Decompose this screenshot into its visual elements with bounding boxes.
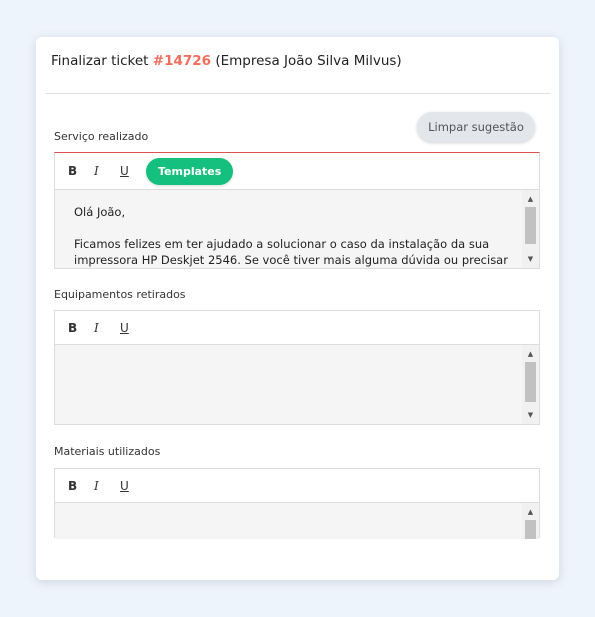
scroll-thumb[interactable] — [525, 362, 536, 402]
scroll-down-icon[interactable]: ▼ — [522, 252, 539, 266]
bold-button[interactable]: B — [68, 318, 94, 338]
clear-suggestion-button[interactable]: Limpar sugestão — [417, 112, 535, 142]
scroll-thumb[interactable] — [525, 207, 536, 244]
underline-button[interactable]: U — [120, 318, 146, 338]
company-name: (Empresa João Silva Milvus) — [215, 53, 402, 69]
equipment-scrollbar[interactable]: ▲ ▼ — [522, 345, 539, 424]
service-greeting: Olá João, — [74, 205, 126, 219]
finalize-ticket-card: Finalizar ticket #14726 (Empresa João Si… — [36, 37, 559, 580]
scroll-thumb[interactable] — [525, 520, 536, 539]
underline-button[interactable]: U — [120, 476, 146, 496]
service-text-area[interactable]: Olá João, Ficamos felizes em ter ajudado… — [55, 190, 539, 268]
italic-button[interactable]: I — [94, 161, 120, 181]
materials-label: Materiais utilizados — [54, 445, 161, 458]
scroll-down-icon[interactable]: ▼ — [522, 408, 539, 422]
service-text: Olá João, Ficamos felizes em ter ajudado… — [74, 204, 513, 268]
equipment-label: Equipamentos retirados — [54, 288, 186, 301]
italic-button[interactable]: I — [94, 318, 120, 338]
templates-button[interactable]: Templates — [146, 157, 234, 185]
equipment-editor: B I U ▲ ▼ — [54, 310, 540, 425]
materials-scrollbar[interactable]: ▲ — [522, 503, 539, 539]
scroll-up-icon[interactable]: ▲ — [522, 505, 539, 519]
underline-button[interactable]: U — [120, 161, 146, 181]
header-divider — [45, 93, 550, 94]
page-title: Finalizar ticket #14726 (Empresa João Si… — [51, 53, 402, 69]
service-scrollbar[interactable]: ▲ ▼ — [522, 190, 539, 268]
service-body: Ficamos felizes em ter ajudado a solucio… — [74, 237, 508, 267]
equipment-toolbar: B I U — [55, 311, 539, 345]
service-label: Serviço realizado — [54, 130, 149, 143]
service-toolbar: B I U Templates — [55, 153, 539, 190]
scroll-up-icon[interactable]: ▲ — [522, 347, 539, 361]
italic-button[interactable]: I — [94, 476, 120, 496]
scroll-up-icon[interactable]: ▲ — [522, 192, 539, 206]
bold-button[interactable]: B — [68, 476, 94, 496]
ticket-number: #14726 — [152, 53, 212, 69]
equipment-text-area[interactable]: ▲ ▼ — [55, 345, 539, 424]
materials-text-area[interactable]: ▲ — [55, 503, 539, 539]
bold-button[interactable]: B — [68, 161, 94, 181]
service-editor: B I U Templates Olá João, Ficamos felize… — [54, 152, 540, 269]
materials-editor: B I U ▲ — [54, 468, 540, 539]
title-prefix: Finalizar ticket — [51, 53, 149, 69]
materials-toolbar: B I U — [55, 469, 539, 503]
